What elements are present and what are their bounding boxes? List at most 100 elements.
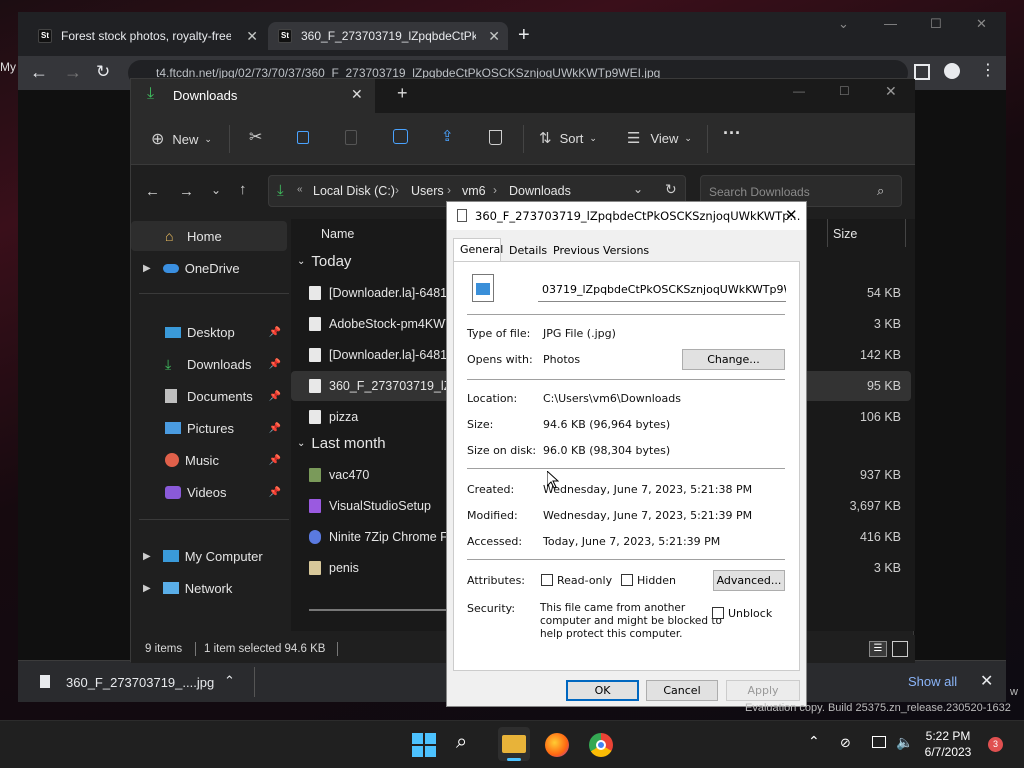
start-icon[interactable]	[412, 733, 436, 757]
sort-button[interactable]: ⇅ Sort ⌄	[539, 129, 597, 147]
breadcrumb-downloads[interactable]: Downloads	[509, 184, 571, 198]
tab-previous-versions[interactable]: Previous Versions	[553, 244, 649, 257]
sidebar-item-downloads[interactable]: ⤓ Downloads 📌	[131, 349, 287, 379]
group-header-today[interactable]: ⌄ Today	[297, 253, 351, 270]
readonly-label[interactable]: Read-only	[557, 574, 612, 587]
unblock-label[interactable]: Unblock	[728, 607, 772, 620]
rename-icon[interactable]	[393, 129, 408, 144]
advanced-button[interactable]: Advanced...	[713, 570, 785, 591]
pin-icon[interactable]: 📌	[269, 423, 281, 434]
address-dropdown-icon[interactable]: ⌄	[633, 182, 643, 196]
sidebar-item-home[interactable]: ⌂ Home	[131, 221, 287, 251]
view-button[interactable]: ☰ View ⌄	[627, 129, 692, 147]
new-button[interactable]: ⊕ New ⌄	[151, 129, 212, 149]
sidebar-item-videos[interactable]: Videos 📌	[131, 477, 287, 507]
tab-general[interactable]: General	[453, 238, 503, 262]
unblock-checkbox[interactable]	[712, 607, 724, 619]
pin-icon[interactable]: 📌	[269, 391, 281, 402]
close-tab-icon[interactable]: ✕	[351, 86, 363, 103]
recent-chevron-icon[interactable]: ⌄	[211, 183, 221, 197]
apply-button[interactable]: Apply	[726, 680, 800, 701]
change-button[interactable]: Change...	[682, 349, 785, 370]
tiles-view-icon[interactable]	[892, 641, 908, 657]
reload-icon[interactable]: ↻	[96, 62, 110, 82]
column-divider[interactable]	[827, 219, 828, 247]
breadcrumb-local-disk[interactable]: Local Disk (C:)	[313, 184, 395, 198]
chevron-right-icon[interactable]: ▶	[143, 551, 151, 562]
close-window-icon[interactable]: ✕	[976, 16, 987, 32]
refresh-icon[interactable]: ↻	[665, 181, 677, 198]
share-icon[interactable]: ⇪	[441, 127, 454, 145]
breadcrumb-users[interactable]: Users	[411, 184, 444, 198]
column-divider[interactable]	[905, 219, 906, 247]
column-header-size[interactable]: Size	[833, 227, 857, 241]
hidden-checkbox[interactable]	[621, 574, 633, 586]
pin-icon[interactable]: 📌	[269, 359, 281, 370]
close-tab-icon[interactable]: ✕	[488, 28, 500, 45]
pin-icon[interactable]: 📌	[269, 455, 281, 466]
chevron-up-icon[interactable]: ⌃	[224, 673, 235, 689]
new-tab-icon[interactable]: +	[518, 24, 530, 47]
chevron-right-icon[interactable]: ▶	[143, 583, 151, 594]
close-tab-icon[interactable]: ✕	[246, 28, 258, 45]
chrome-icon[interactable]	[589, 733, 613, 757]
sidebar-item-documents[interactable]: Documents 📌	[131, 381, 287, 411]
copy-icon[interactable]	[297, 131, 309, 144]
profile-icon[interactable]	[944, 63, 960, 79]
pin-icon[interactable]: 📌	[269, 487, 281, 498]
forward-icon[interactable]: →	[64, 62, 82, 83]
chevron-right-icon[interactable]: ▶	[143, 263, 151, 274]
group-header-last-month[interactable]: ⌄ Last month	[297, 435, 386, 452]
chevron-up-icon[interactable]: ⌃	[808, 733, 820, 750]
readonly-checkbox[interactable]	[541, 574, 553, 586]
sidebar-item-desktop[interactable]: Desktop 📌	[131, 317, 287, 347]
maximize-icon[interactable]: ☐	[930, 16, 942, 32]
filename-field[interactable]: 03719_lZpqbdeCtPkOSCKSznjoqUWkKWTp9WEI	[538, 278, 786, 302]
details-view-icon[interactable]: ☰	[869, 641, 887, 657]
show-all-link[interactable]: Show all	[908, 674, 957, 689]
paste-icon[interactable]	[345, 130, 357, 145]
menu-icon[interactable]: ⋮	[980, 60, 996, 80]
search-icon[interactable]: ⌕	[877, 183, 884, 199]
close-window-icon[interactable]: ✕	[885, 83, 897, 100]
breadcrumb-vm6[interactable]: vm6	[462, 184, 486, 198]
minimize-icon[interactable]: —	[793, 84, 805, 98]
cut-icon[interactable]: ✂	[249, 127, 262, 147]
network-disconnected-icon[interactable]: ⊘	[840, 735, 851, 751]
side-panel-icon[interactable]	[914, 64, 930, 80]
volume-icon[interactable]: 🔈	[896, 734, 913, 751]
file-explorer-taskbar-icon[interactable]	[498, 727, 530, 761]
maximize-icon[interactable]: ☐	[839, 84, 850, 98]
back-icon[interactable]: ←	[145, 183, 160, 200]
tab-image[interactable]: St 360_F_273703719_lZpqbdeCtPkOS ✕	[268, 22, 508, 50]
minimize-icon[interactable]: —	[884, 16, 897, 31]
tab-details[interactable]: Details	[509, 244, 547, 257]
notification-badge[interactable]: 3	[988, 737, 1003, 752]
firefox-icon[interactable]	[545, 733, 569, 757]
sidebar-item-pictures[interactable]: Pictures 📌	[131, 413, 287, 443]
back-icon[interactable]: ←	[30, 62, 48, 83]
close-download-bar-icon[interactable]: ✕	[980, 671, 993, 691]
new-tab-icon[interactable]: +	[397, 83, 408, 104]
delete-icon[interactable]	[489, 130, 502, 145]
more-options-icon[interactable]: ···	[723, 123, 741, 144]
up-icon[interactable]: ↑	[239, 181, 247, 198]
download-filename[interactable]: 360_F_273703719_....jpg	[66, 675, 214, 690]
forward-icon[interactable]: →	[179, 183, 194, 200]
tab-search-icon[interactable]: ⌄	[838, 16, 849, 32]
pin-icon[interactable]: 📌	[269, 327, 281, 338]
sidebar-item-onedrive[interactable]: ▶ OneDrive	[131, 253, 287, 283]
ok-button[interactable]: OK	[566, 680, 639, 701]
display-icon[interactable]	[872, 736, 886, 748]
sidebar-item-network[interactable]: ▶ Network	[131, 573, 287, 603]
column-header-name[interactable]: Name	[321, 227, 354, 241]
hidden-label[interactable]: Hidden	[637, 574, 676, 587]
overflow-icon[interactable]: «	[297, 184, 303, 195]
sidebar-item-mycomputer[interactable]: ▶ My Computer	[131, 541, 287, 571]
close-dialog-icon[interactable]: ✕	[785, 206, 798, 224]
explorer-tab[interactable]: ⤓ Downloads ✕	[131, 79, 375, 113]
tab-forest[interactable]: St Forest stock photos, royalty-free ✕	[38, 22, 258, 50]
sidebar-item-music[interactable]: Music 📌	[131, 445, 287, 475]
cancel-button[interactable]: Cancel	[646, 680, 718, 701]
clock[interactable]: 5:22 PM 6/7/2023	[920, 729, 976, 759]
